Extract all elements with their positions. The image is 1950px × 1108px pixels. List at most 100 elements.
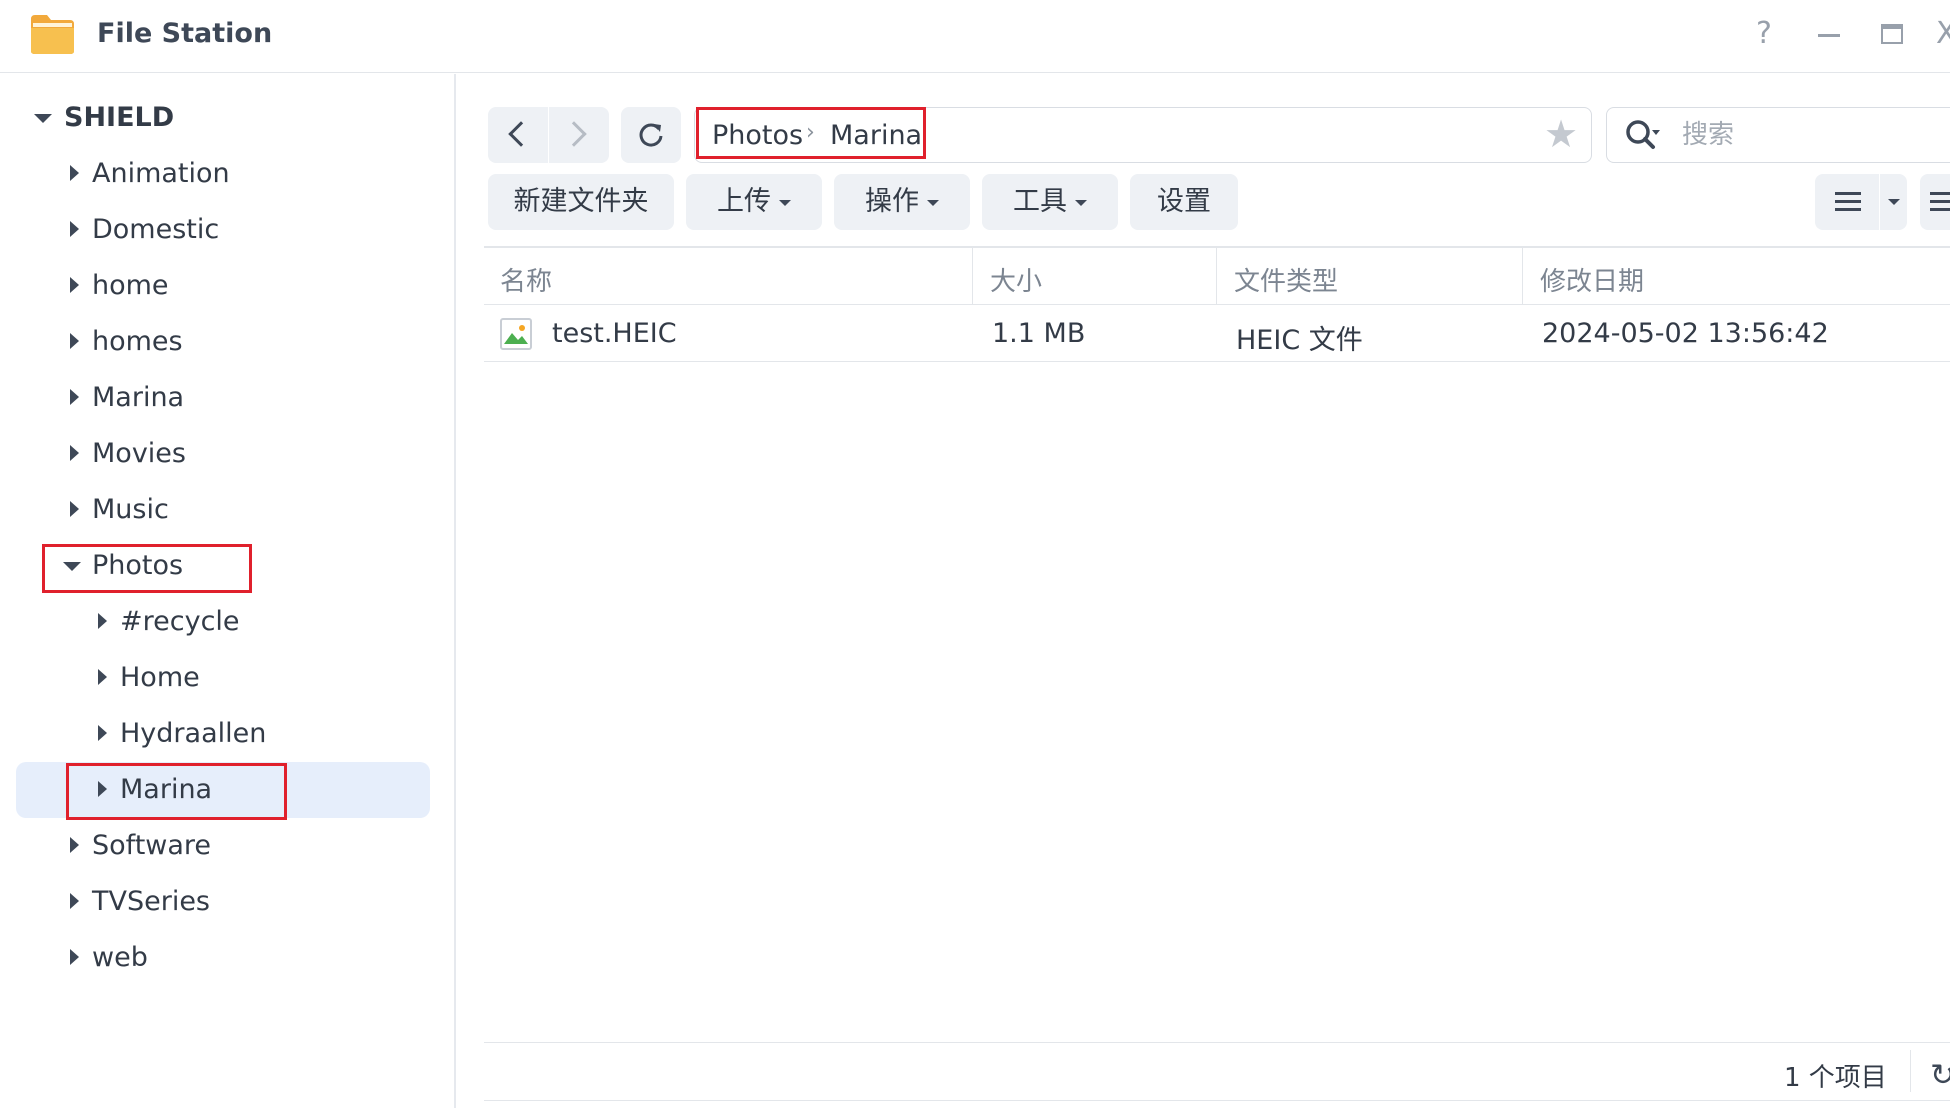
app-title: File Station: [97, 18, 273, 49]
tree-item-tvseries[interactable]: TVSeries: [16, 874, 430, 930]
tree-item-photos-marina[interactable]: Marina: [16, 762, 430, 818]
close-button[interactable]: X: [1936, 14, 1950, 54]
tree-item-label: home: [92, 270, 169, 301]
minimize-button[interactable]: [1808, 14, 1848, 54]
expand-arrow-icon[interactable]: [65, 930, 85, 986]
forward-button[interactable]: [549, 107, 609, 163]
search-input[interactable]: [1682, 112, 1942, 158]
expand-arrow-icon[interactable]: [93, 706, 113, 762]
column-divider[interactable]: [1522, 248, 1523, 304]
view-dropdown-button[interactable]: [1880, 174, 1907, 230]
column-divider[interactable]: [972, 248, 973, 304]
item-count: 1 个项目: [1784, 1063, 1887, 1093]
tree-item-label: TVSeries: [92, 886, 210, 917]
tree-item-homes[interactable]: homes: [16, 314, 430, 370]
expand-arrow-icon[interactable]: [93, 594, 113, 650]
column-header-name[interactable]: 名称: [500, 261, 552, 298]
tree-root-shield[interactable]: SHIELD: [16, 90, 430, 146]
refresh-button[interactable]: [621, 107, 681, 163]
folder-app-icon: [31, 15, 74, 54]
breadcrumb-separator-icon: ›: [806, 120, 815, 145]
status-refresh-icon[interactable]: ↻: [1930, 1058, 1950, 1093]
caret-down-icon: [1888, 199, 1900, 205]
tree-item-label: Hydraallen: [120, 718, 267, 749]
help-button[interactable]: ?: [1744, 14, 1784, 54]
tree-item-label: Marina: [120, 774, 213, 805]
tools-label: 工具: [1013, 186, 1067, 217]
status-divider: [1910, 1050, 1911, 1092]
expand-arrow-icon[interactable]: [65, 370, 85, 426]
expand-arrow-icon[interactable]: [65, 874, 85, 930]
settings-label: 设置: [1157, 186, 1211, 217]
back-button[interactable]: [488, 107, 548, 163]
tree-item-label: Software: [92, 830, 212, 861]
settings-button[interactable]: 设置: [1130, 174, 1238, 230]
tree-item-recycle[interactable]: #recycle: [16, 594, 430, 650]
file-size-cell: 1.1 MB: [992, 318, 1086, 349]
expand-arrow-icon[interactable]: [65, 818, 85, 874]
image-file-icon: [500, 318, 532, 350]
tree-item-hydraallen[interactable]: Hydraallen: [16, 706, 430, 762]
tools-button[interactable]: 工具: [982, 174, 1118, 230]
title-bar: [0, 0, 1950, 73]
collapse-arrow-icon[interactable]: [63, 538, 83, 594]
refresh-icon: [639, 123, 663, 147]
file-modified-cell: 2024-05-02 13:56:42: [1542, 318, 1829, 349]
tree-item-animation[interactable]: Animation: [16, 146, 430, 202]
view-options-button[interactable]: [1920, 174, 1950, 230]
favorite-star-icon[interactable]: ★: [1544, 112, 1578, 156]
expand-arrow-icon[interactable]: [65, 314, 85, 370]
maximize-button[interactable]: [1872, 14, 1912, 54]
tree-item-label: Music: [92, 494, 169, 525]
header-divider: [484, 304, 1950, 305]
status-bar-divider: [484, 1042, 1950, 1043]
status-bar-bottom-border: [484, 1100, 1950, 1101]
new-folder-button[interactable]: 新建文件夹: [488, 174, 674, 230]
column-header-modified[interactable]: 修改日期: [1540, 261, 1644, 298]
column-header-size[interactable]: 大小: [990, 261, 1042, 298]
tree-item-home[interactable]: home: [16, 258, 430, 314]
search-icon[interactable]: [1624, 118, 1660, 154]
path-bar[interactable]: [694, 107, 1592, 163]
list-view-button[interactable]: [1815, 174, 1879, 230]
tree-item-label: Home: [120, 662, 200, 693]
upload-button[interactable]: 上传: [686, 174, 822, 230]
tree-root-label: SHIELD: [64, 102, 175, 133]
tree-item-photos[interactable]: Photos: [16, 538, 430, 594]
new-folder-label: 新建文件夹: [513, 186, 649, 217]
expand-arrow-icon[interactable]: [65, 202, 85, 258]
expand-arrow-icon[interactable]: [93, 650, 113, 706]
table-top-border: [484, 246, 1950, 248]
tree-item-label: Animation: [92, 158, 230, 189]
tree-item-label: #recycle: [120, 606, 240, 637]
caret-down-icon: [927, 199, 939, 206]
tree-item-marina[interactable]: Marina: [16, 370, 430, 426]
column-header-type[interactable]: 文件类型: [1234, 261, 1338, 298]
expand-arrow-icon[interactable]: [65, 426, 85, 482]
breadcrumb-marina[interactable]: Marina: [830, 120, 922, 151]
expand-arrow-icon[interactable]: [65, 482, 85, 538]
tree-item-label: Movies: [92, 438, 186, 469]
tree-item-domestic[interactable]: Domestic: [16, 202, 430, 258]
file-name-cell: test.HEIC: [552, 318, 677, 349]
tree-item-label: Domestic: [92, 214, 220, 245]
action-label: 操作: [865, 186, 919, 217]
tree-item-movies[interactable]: Movies: [16, 426, 430, 482]
tree-item-label: Marina: [92, 382, 185, 413]
column-divider[interactable]: [1216, 248, 1217, 304]
tree-item-software[interactable]: Software: [16, 818, 430, 874]
caret-down-icon: [1075, 199, 1087, 206]
expand-arrow-icon[interactable]: [65, 258, 85, 314]
tree-item-music[interactable]: Music: [16, 482, 430, 538]
upload-label: 上传: [717, 186, 771, 217]
chevron-right-icon: [561, 121, 587, 147]
caret-down-icon: [779, 199, 791, 206]
chevron-left-icon: [508, 121, 534, 147]
tree-item-photos-home[interactable]: Home: [16, 650, 430, 706]
expand-arrow-icon[interactable]: [93, 762, 113, 818]
action-button[interactable]: 操作: [834, 174, 970, 230]
breadcrumb-photos[interactable]: Photos: [712, 120, 803, 151]
tree-item-web[interactable]: web: [16, 930, 430, 986]
tree-item-label: web: [92, 942, 148, 973]
expand-arrow-icon[interactable]: [65, 146, 85, 202]
